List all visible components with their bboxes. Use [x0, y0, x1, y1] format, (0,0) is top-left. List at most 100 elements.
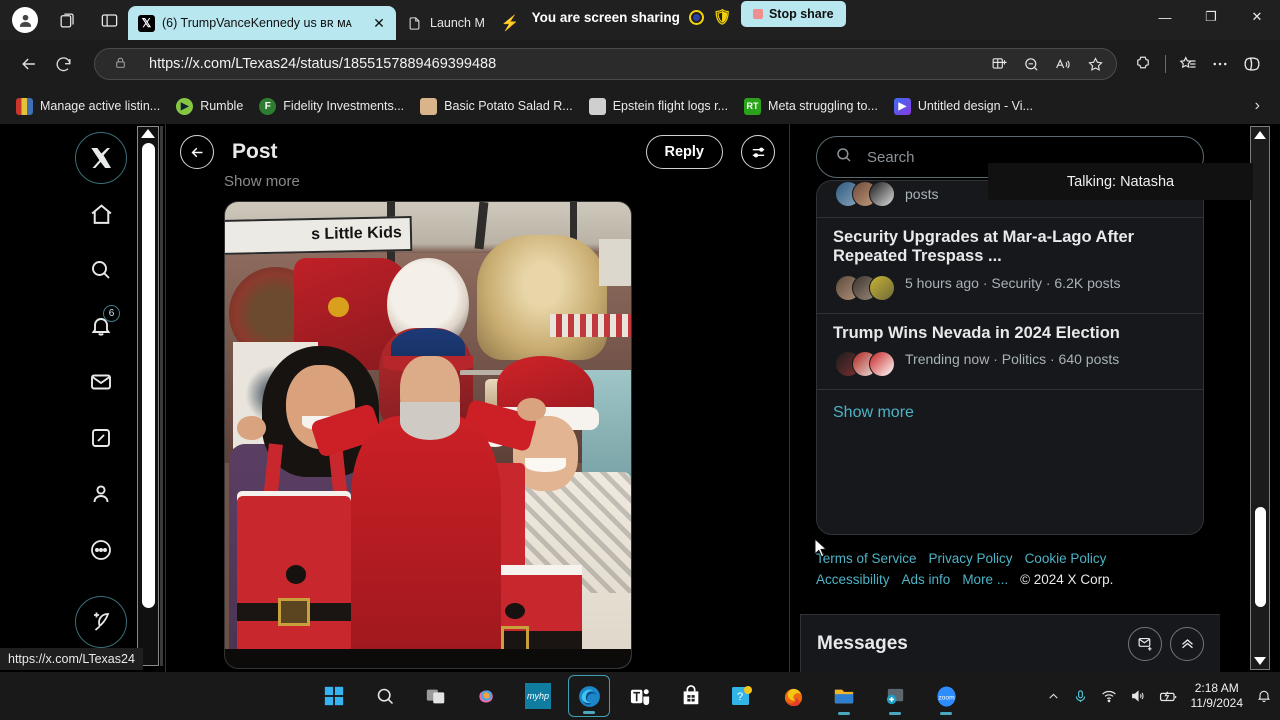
footer-link-terms[interactable]: Terms of Service: [816, 549, 917, 570]
tab-title: Launch M: [430, 16, 485, 30]
read-aloud-icon[interactable]: [1048, 50, 1078, 78]
trends-show-more-link[interactable]: Show more: [817, 390, 1203, 436]
scrollbar-thumb[interactable]: [142, 143, 155, 608]
battery-icon[interactable]: [1159, 689, 1178, 704]
bookmark-label: Manage active listin...: [40, 99, 161, 113]
footer-link-more[interactable]: More ...: [962, 570, 1008, 591]
close-icon[interactable]: ✕: [370, 14, 388, 32]
edge-icon[interactable]: [568, 675, 610, 717]
stop-share-button[interactable]: Stop share: [740, 1, 846, 27]
sidebar-item-home[interactable]: [75, 188, 127, 240]
footer-link-privacy[interactable]: Privacy Policy: [929, 549, 1013, 570]
status-bar-url: https://x.com/LTexas24: [0, 648, 143, 670]
clock-time: 2:18 AM: [1194, 681, 1239, 695]
footer-link-accessibility[interactable]: Accessibility: [816, 570, 890, 591]
close-window-button[interactable]: ✕: [1234, 0, 1280, 34]
bookmark-item[interactable]: F Fidelity Investments...: [253, 94, 410, 119]
microphone-icon[interactable]: [1073, 689, 1088, 704]
wifi-icon[interactable]: [1101, 688, 1117, 704]
tab-collections-icon[interactable]: [48, 4, 86, 36]
messages-dock[interactable]: Messages: [800, 614, 1220, 672]
bookmark-item[interactable]: Manage active listin...: [10, 94, 166, 119]
window-controls: — ❐ ✕: [1142, 0, 1280, 40]
help-icon[interactable]: ?: [721, 675, 763, 717]
browser-tab-inactive[interactable]: Launch M: [396, 6, 493, 40]
collections-icon[interactable]: [1172, 48, 1204, 80]
sidebar-item-x-logo[interactable]: [75, 132, 127, 184]
sidebar-item-profile[interactable]: [75, 468, 127, 520]
avatar: [869, 274, 895, 301]
file-explorer-icon[interactable]: [823, 675, 865, 717]
sidebar-item-grok[interactable]: [75, 412, 127, 464]
url-bar-icons: [984, 50, 1110, 78]
active-indicator: [889, 712, 901, 715]
trend-item[interactable]: Security Upgrades at Mar-a-Lago After Re…: [817, 218, 1203, 314]
back-arrow-icon[interactable]: [180, 135, 214, 169]
sidebar-item-more[interactable]: [75, 524, 127, 576]
speaker-icon[interactable]: [1130, 688, 1146, 704]
scroll-down-arrow-icon[interactable]: [1254, 657, 1266, 665]
copilot-sidebar-icon[interactable]: [1236, 48, 1268, 80]
messages-title: Messages: [817, 632, 908, 654]
firefox-icon[interactable]: [772, 675, 814, 717]
favorite-star-icon[interactable]: [1080, 50, 1110, 78]
search-icon[interactable]: [364, 675, 406, 717]
bookmarks-overflow-chevron-right-icon[interactable]: ›: [1255, 97, 1270, 115]
zoom-out-icon[interactable]: [1016, 50, 1046, 78]
notifications-bell-icon[interactable]: [1256, 688, 1272, 704]
teams-icon[interactable]: [619, 675, 661, 717]
split-screen-icon[interactable]: [984, 50, 1014, 78]
avatar: [869, 351, 895, 378]
bookmark-item[interactable]: RT Meta struggling to...: [738, 94, 884, 119]
tray-chevron-up-icon[interactable]: [1047, 690, 1060, 703]
expand-chevron-up-icon[interactable]: [1170, 626, 1204, 661]
post-show-more-text[interactable]: Show more: [166, 173, 789, 191]
lightning-icon: ⚡: [500, 15, 520, 32]
start-windows-icon[interactable]: [313, 675, 355, 717]
split-screen-icon[interactable]: [90, 4, 128, 36]
bookmark-item[interactable]: Basic Potato Salad R...: [414, 94, 579, 119]
svg-text:?: ?: [737, 691, 743, 703]
bookmark-item[interactable]: ▶ Rumble: [170, 94, 249, 119]
minimize-button[interactable]: —: [1142, 0, 1188, 34]
footer-link-cookie[interactable]: Cookie Policy: [1025, 549, 1107, 570]
reply-button[interactable]: Reply: [645, 135, 723, 169]
bookmark-label: Epstein flight logs r...: [612, 99, 729, 113]
maximize-button[interactable]: ❐: [1188, 0, 1234, 34]
sidebar-item-notifications[interactable]: 6: [75, 300, 127, 352]
sidebar-item-messages[interactable]: [75, 356, 127, 408]
bookmark-item[interactable]: ▶ Untitled design - Vi...: [888, 94, 1039, 119]
zoom-icon[interactable]: zoom: [925, 675, 967, 717]
compose-post-button[interactable]: [75, 596, 127, 648]
page-scrollbar-left[interactable]: [137, 126, 159, 666]
store-icon[interactable]: [670, 675, 712, 717]
back-button[interactable]: [12, 47, 46, 81]
myhp-icon[interactable]: myhp: [517, 675, 559, 717]
task-view-icon[interactable]: [415, 675, 457, 717]
snipping-tool-icon[interactable]: [874, 675, 916, 717]
facepile: [833, 274, 895, 301]
scroll-up-arrow-icon[interactable]: [1254, 131, 1266, 139]
trend-item[interactable]: Trump Wins Nevada in 2024 Election Trend…: [817, 314, 1203, 391]
browser-tab-active[interactable]: 𝕏 (6) TrumpVanceKennedy us ʙʀ ᴍᴀ ✕: [128, 6, 396, 40]
settings-sliders-icon[interactable]: [741, 135, 775, 169]
tab-title: (6) TrumpVanceKennedy us ʙʀ ᴍᴀ: [162, 16, 352, 30]
footer-link-ads-info[interactable]: Ads info: [902, 570, 951, 591]
scrollbar-thumb[interactable]: [1255, 507, 1266, 607]
page-title: Post: [232, 140, 278, 163]
page-scrollbar-right[interactable]: [1250, 126, 1270, 670]
sidebar-item-search[interactable]: [75, 244, 127, 296]
more-options-icon[interactable]: [1204, 48, 1236, 80]
profile-avatar-button[interactable]: [6, 4, 44, 36]
taskbar-clock[interactable]: 2:18 AM 11/9/2024: [1191, 681, 1244, 711]
recipe-icon: [420, 97, 438, 115]
copilot-icon[interactable]: [466, 675, 508, 717]
screen-share-message: You are screen sharing: [531, 9, 680, 25]
reload-button[interactable]: [46, 47, 80, 81]
new-message-icon[interactable]: [1128, 626, 1162, 661]
post-image[interactable]: s Little Kids: [224, 201, 632, 669]
scroll-up-arrow-icon[interactable]: [141, 129, 155, 138]
url-bar[interactable]: https://x.com/LTexas24/status/1855157889…: [94, 48, 1117, 80]
extensions-icon[interactable]: [1127, 48, 1159, 80]
bookmark-item[interactable]: Epstein flight logs r...: [583, 94, 734, 119]
